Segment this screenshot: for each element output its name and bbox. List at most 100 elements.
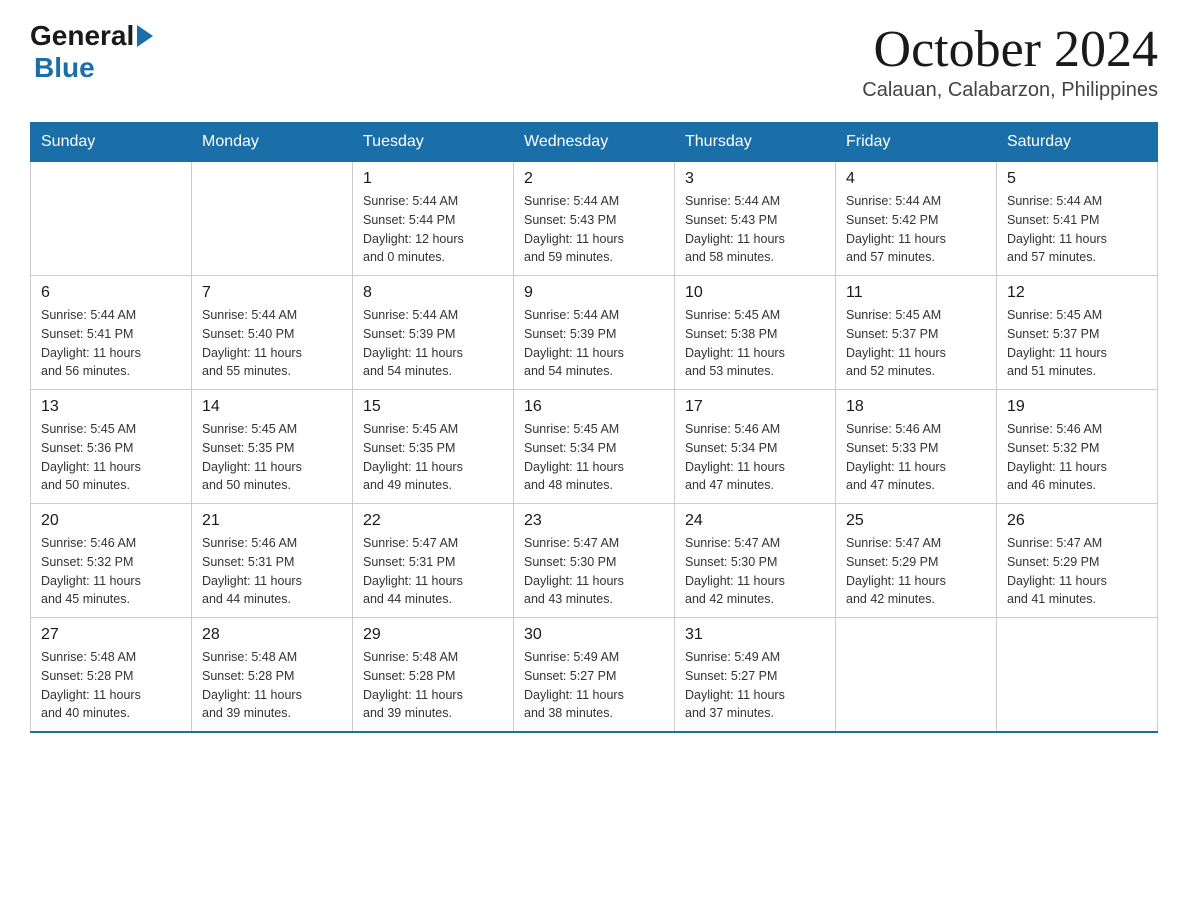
day-info: Sunrise: 5:47 AM Sunset: 5:31 PM Dayligh… <box>363 534 503 609</box>
day-header-friday: Friday <box>836 123 997 162</box>
day-number: 4 <box>846 170 986 188</box>
location-subtitle: Calauan, Calabarzon, Philippines <box>862 79 1158 102</box>
day-number: 27 <box>41 626 181 644</box>
calendar-week-row: 13 Sunrise: 5:45 AM Sunset: 5:36 PM Dayli… <box>31 390 1158 504</box>
calendar-cell: 9Sunrise: 5:44 AM Sunset: 5:39 PM Daylig… <box>514 276 675 390</box>
day-number: 3 <box>685 170 825 188</box>
day-info: Sunrise: 5:47 AM Sunset: 5:30 PM Dayligh… <box>524 534 664 609</box>
calendar-week-row: 20 Sunrise: 5:46 AM Sunset: 5:32 PM Dayli… <box>31 504 1158 618</box>
calendar-cell: 26 Sunrise: 5:47 AM Sunset: 5:29 PM Dayli… <box>997 504 1158 618</box>
day-number: 23 <box>524 512 664 530</box>
day-number: 14 <box>202 398 342 416</box>
calendar-cell: 14 Sunrise: 5:45 AM Sunset: 5:35 PM Dayli… <box>192 390 353 504</box>
day-header-monday: Monday <box>192 123 353 162</box>
calendar-cell: 30Sunrise: 5:49 AM Sunset: 5:27 PM Dayli… <box>514 618 675 733</box>
day-info: Sunrise: 5:47 AM Sunset: 5:30 PM Dayligh… <box>685 534 825 609</box>
day-number: 7 <box>202 284 342 302</box>
day-info: Sunrise: 5:49 AM Sunset: 5:27 PM Dayligh… <box>685 648 825 723</box>
calendar-header-row: SundayMondayTuesdayWednesdayThursdayFrid… <box>31 123 1158 162</box>
calendar-cell: 19 Sunrise: 5:46 AM Sunset: 5:32 PM Dayli… <box>997 390 1158 504</box>
day-info: Sunrise: 5:44 AM Sunset: 5:39 PM Dayligh… <box>363 306 503 381</box>
day-info: Sunrise: 5:45 AM Sunset: 5:37 PM Dayligh… <box>846 306 986 381</box>
day-header-sunday: Sunday <box>31 123 192 162</box>
day-number: 21 <box>202 512 342 530</box>
month-title: October 2024 <box>862 20 1158 79</box>
day-info: Sunrise: 5:48 AM Sunset: 5:28 PM Dayligh… <box>363 648 503 723</box>
calendar-cell: 22 Sunrise: 5:47 AM Sunset: 5:31 PM Dayli… <box>353 504 514 618</box>
calendar-cell: 28 Sunrise: 5:48 AM Sunset: 5:28 PM Dayli… <box>192 618 353 733</box>
day-number: 12 <box>1007 284 1147 302</box>
title-block: October 2024 Calauan, Calabarzon, Philip… <box>862 20 1158 102</box>
day-number: 9 <box>524 284 664 302</box>
day-number: 16 <box>524 398 664 416</box>
day-number: 18 <box>846 398 986 416</box>
day-info: Sunrise: 5:47 AM Sunset: 5:29 PM Dayligh… <box>1007 534 1147 609</box>
calendar-cell: 5 Sunrise: 5:44 AM Sunset: 5:41 PM Daylig… <box>997 162 1158 276</box>
day-number: 20 <box>41 512 181 530</box>
day-number: 28 <box>202 626 342 644</box>
calendar-cell: 6 Sunrise: 5:44 AM Sunset: 5:41 PM Daylig… <box>31 276 192 390</box>
calendar-cell: 16 Sunrise: 5:45 AM Sunset: 5:34 PM Dayli… <box>514 390 675 504</box>
calendar-cell: 15 Sunrise: 5:45 AM Sunset: 5:35 PM Dayli… <box>353 390 514 504</box>
logo: General Blue <box>30 20 153 84</box>
day-info: Sunrise: 5:44 AM Sunset: 5:40 PM Dayligh… <box>202 306 342 381</box>
logo-blue: Blue <box>34 52 95 84</box>
calendar-cell: 12Sunrise: 5:45 AM Sunset: 5:37 PM Dayli… <box>997 276 1158 390</box>
day-number: 8 <box>363 284 503 302</box>
calendar-cell: 17 Sunrise: 5:46 AM Sunset: 5:34 PM Dayli… <box>675 390 836 504</box>
day-info: Sunrise: 5:48 AM Sunset: 5:28 PM Dayligh… <box>41 648 181 723</box>
day-info: Sunrise: 5:45 AM Sunset: 5:36 PM Dayligh… <box>41 420 181 495</box>
day-number: 26 <box>1007 512 1147 530</box>
calendar-cell: 8 Sunrise: 5:44 AM Sunset: 5:39 PM Daylig… <box>353 276 514 390</box>
day-info: Sunrise: 5:48 AM Sunset: 5:28 PM Dayligh… <box>202 648 342 723</box>
calendar-week-row: 6 Sunrise: 5:44 AM Sunset: 5:41 PM Daylig… <box>31 276 1158 390</box>
day-number: 6 <box>41 284 181 302</box>
logo-arrow-icon <box>137 25 153 47</box>
day-number: 11 <box>846 284 986 302</box>
calendar-cell: 20 Sunrise: 5:46 AM Sunset: 5:32 PM Dayli… <box>31 504 192 618</box>
calendar-cell: 25 Sunrise: 5:47 AM Sunset: 5:29 PM Dayli… <box>836 504 997 618</box>
day-number: 31 <box>685 626 825 644</box>
day-info: Sunrise: 5:46 AM Sunset: 5:31 PM Dayligh… <box>202 534 342 609</box>
day-info: Sunrise: 5:45 AM Sunset: 5:35 PM Dayligh… <box>363 420 503 495</box>
day-header-tuesday: Tuesday <box>353 123 514 162</box>
day-info: Sunrise: 5:45 AM Sunset: 5:35 PM Dayligh… <box>202 420 342 495</box>
day-number: 19 <box>1007 398 1147 416</box>
day-info: Sunrise: 5:44 AM Sunset: 5:41 PM Dayligh… <box>1007 192 1147 267</box>
calendar-cell: 1 Sunrise: 5:44 AM Sunset: 5:44 PM Daylig… <box>353 162 514 276</box>
calendar-cell <box>192 162 353 276</box>
day-number: 22 <box>363 512 503 530</box>
day-number: 24 <box>685 512 825 530</box>
day-number: 1 <box>363 170 503 188</box>
day-info: Sunrise: 5:45 AM Sunset: 5:34 PM Dayligh… <box>524 420 664 495</box>
calendar-table: SundayMondayTuesdayWednesdayThursdayFrid… <box>30 122 1158 733</box>
calendar-cell: 10Sunrise: 5:45 AM Sunset: 5:38 PM Dayli… <box>675 276 836 390</box>
day-number: 10 <box>685 284 825 302</box>
calendar-cell: 13 Sunrise: 5:45 AM Sunset: 5:36 PM Dayli… <box>31 390 192 504</box>
day-info: Sunrise: 5:44 AM Sunset: 5:43 PM Dayligh… <box>685 192 825 267</box>
calendar-cell: 7 Sunrise: 5:44 AM Sunset: 5:40 PM Daylig… <box>192 276 353 390</box>
day-number: 17 <box>685 398 825 416</box>
calendar-week-row: 1 Sunrise: 5:44 AM Sunset: 5:44 PM Daylig… <box>31 162 1158 276</box>
day-info: Sunrise: 5:46 AM Sunset: 5:33 PM Dayligh… <box>846 420 986 495</box>
day-info: Sunrise: 5:49 AM Sunset: 5:27 PM Dayligh… <box>524 648 664 723</box>
day-number: 5 <box>1007 170 1147 188</box>
day-number: 13 <box>41 398 181 416</box>
day-number: 15 <box>363 398 503 416</box>
calendar-cell: 29Sunrise: 5:48 AM Sunset: 5:28 PM Dayli… <box>353 618 514 733</box>
calendar-cell: 11 Sunrise: 5:45 AM Sunset: 5:37 PM Dayli… <box>836 276 997 390</box>
day-info: Sunrise: 5:44 AM Sunset: 5:44 PM Dayligh… <box>363 192 503 267</box>
day-info: Sunrise: 5:46 AM Sunset: 5:32 PM Dayligh… <box>1007 420 1147 495</box>
day-header-saturday: Saturday <box>997 123 1158 162</box>
day-info: Sunrise: 5:46 AM Sunset: 5:32 PM Dayligh… <box>41 534 181 609</box>
calendar-week-row: 27 Sunrise: 5:48 AM Sunset: 5:28 PM Dayli… <box>31 618 1158 733</box>
logo-general: General <box>30 20 134 52</box>
day-info: Sunrise: 5:46 AM Sunset: 5:34 PM Dayligh… <box>685 420 825 495</box>
calendar-cell: 24 Sunrise: 5:47 AM Sunset: 5:30 PM Dayli… <box>675 504 836 618</box>
day-info: Sunrise: 5:44 AM Sunset: 5:41 PM Dayligh… <box>41 306 181 381</box>
day-info: Sunrise: 5:47 AM Sunset: 5:29 PM Dayligh… <box>846 534 986 609</box>
calendar-cell: 2Sunrise: 5:44 AM Sunset: 5:43 PM Daylig… <box>514 162 675 276</box>
calendar-cell: 23 Sunrise: 5:47 AM Sunset: 5:30 PM Dayli… <box>514 504 675 618</box>
day-number: 25 <box>846 512 986 530</box>
calendar-cell <box>836 618 997 733</box>
